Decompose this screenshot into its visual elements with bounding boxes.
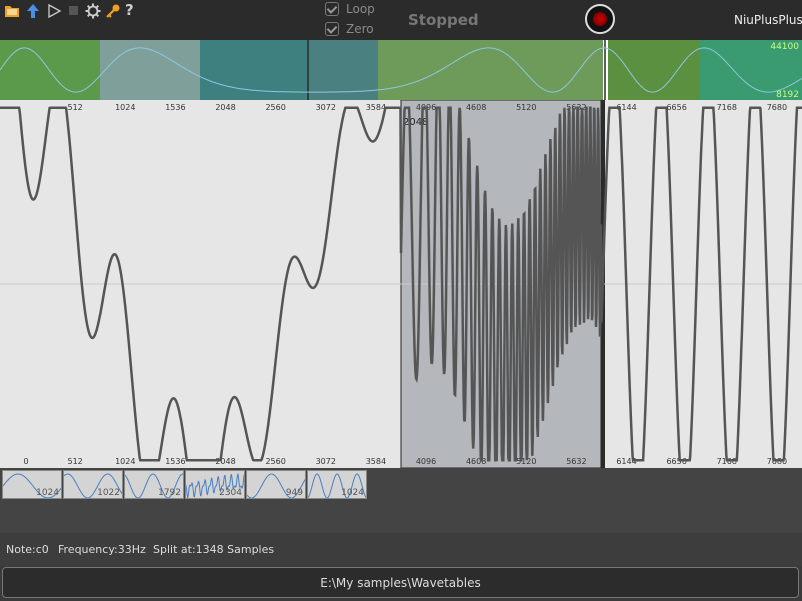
loop-check-icon[interactable] (325, 2, 339, 16)
tick-label: 5120 (516, 103, 536, 112)
tick-label: 512 (67, 103, 82, 112)
app-name: NiuPlusPlus (734, 13, 802, 27)
zero-checkbox[interactable]: Zero (325, 21, 415, 39)
note-readout: Note:c0 (6, 543, 49, 556)
toolbar: ? Loop Zero Stopped NiuPlusPlus (0, 0, 802, 40)
playback-status: Stopped (408, 11, 479, 29)
tick-label: 3072 (316, 103, 336, 112)
folder-path: E:\My samples\Wavetables (320, 576, 481, 590)
open-folder-icon[interactable] (4, 3, 20, 19)
tick-label: 6656 (666, 457, 686, 466)
tick-label: 2048 (215, 457, 235, 466)
upload-arrow-icon[interactable] (25, 3, 41, 19)
thumbnail[interactable]: 1024 (2, 470, 62, 499)
gear-icon[interactable] (85, 3, 101, 19)
loop-checkbox[interactable]: Loop (325, 1, 415, 19)
tick-label: 1536 (165, 457, 185, 466)
tick-label: 1024 (115, 103, 135, 112)
thumbnail[interactable]: 1792 (124, 470, 184, 499)
tick-label: 5632 (566, 457, 586, 466)
thumbnail-size: 949 (285, 488, 303, 498)
loop-label: Loop (346, 2, 375, 16)
overview-sample-rate: 44100 (770, 42, 799, 52)
tick-label: 7680 (767, 103, 787, 112)
frequency-readout: Frequency:33Hz (58, 543, 146, 556)
play-icon[interactable] (46, 3, 62, 19)
thumbnail-size: 1022 (97, 488, 120, 498)
thumbnail[interactable]: 2304 (185, 470, 245, 499)
tick-label: 2048 (215, 103, 235, 112)
selection-label: 2048 (403, 117, 428, 128)
thumbnail-size: 1024 (341, 488, 364, 498)
tick-label: 2560 (265, 103, 285, 112)
wavetable-thumbnails: 1024 1022 1792 2304 949 1024 (0, 468, 802, 533)
zero-label: Zero (346, 22, 374, 36)
split-readout: Split at:1348 Samples (153, 543, 275, 556)
tick-label: 2560 (265, 457, 285, 466)
stop-icon[interactable] (66, 3, 82, 19)
zero-check-icon[interactable] (325, 22, 339, 36)
folder-path-bar[interactable]: E:\My samples\Wavetables (2, 567, 799, 598)
tick-label: 3072 (316, 457, 336, 466)
thumbnail-size: 1024 (36, 488, 59, 498)
thumbnail-size: 1792 (158, 488, 181, 498)
tick-label: 4608 (466, 457, 486, 466)
volume-knob[interactable] (585, 4, 615, 34)
tick-label: 1536 (165, 103, 185, 112)
tick-label: 7168 (717, 103, 737, 112)
overview-frame-size: 8192 (776, 90, 799, 100)
tick-label: 6656 (666, 103, 686, 112)
tick-label: 0 (23, 457, 28, 466)
waveform-editor[interactable]: 0 512 512 1024 1024 1536 1536 2048 2048 2560 2560 3… (0, 99, 802, 469)
thumbnail[interactable]: 949 (246, 470, 306, 499)
thumbnail[interactable]: 1022 (63, 470, 123, 499)
overview-waveform[interactable]: 44100 8192 (0, 40, 802, 100)
tick-label: 4608 (466, 103, 486, 112)
thumbnail-size: 2304 (219, 488, 242, 498)
thumbnail[interactable]: 1024 (307, 470, 367, 499)
tick-label: 3584 (366, 457, 386, 466)
tick-label: 1024 (115, 457, 135, 466)
tick-label: 4096 (416, 457, 436, 466)
overview-strip[interactable]: 44100 8192 (0, 40, 802, 100)
tick-label: 512 (67, 457, 82, 466)
key-icon[interactable] (105, 3, 121, 19)
waveform-canvas[interactable]: 0 512 512 1024 1024 1536 1536 2048 2048 2560 2560 3… (0, 99, 802, 469)
tick-label: 3584 (366, 103, 386, 112)
help-icon[interactable]: ? (125, 1, 141, 19)
info-bar: Note:c0 Frequency:33Hz Split at:1348 Sam… (0, 533, 802, 566)
